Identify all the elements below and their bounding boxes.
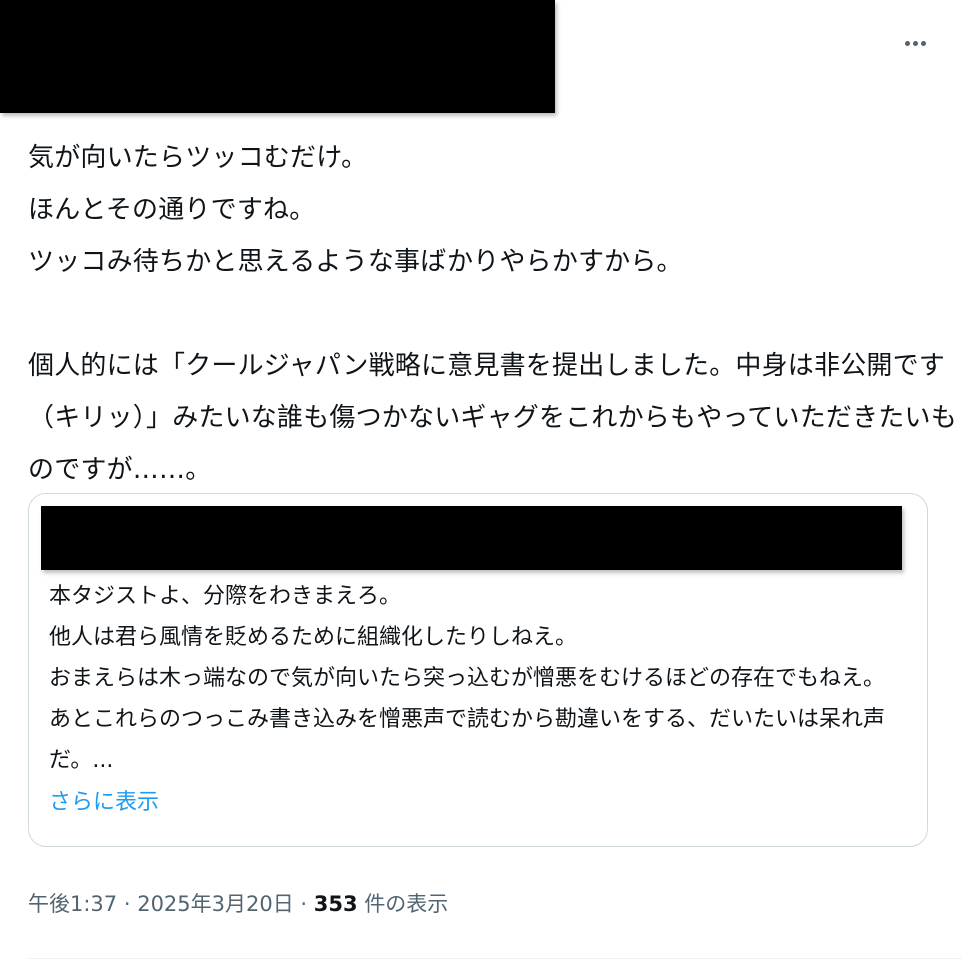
meta-separator: · xyxy=(293,892,314,916)
quote-line: おまえらは木っ端なので気が向いたら突っ込むが憎悪をむけるほどの存在でもねえ。 xyxy=(49,666,886,691)
tweet-line: のですが……。 xyxy=(28,455,212,485)
tweet-line: ほんとその通りですね。 xyxy=(28,195,316,225)
divider xyxy=(28,958,962,959)
show-more-link[interactable]: さらに表示 xyxy=(49,784,159,816)
tweet-line: 気が向いたらツッコむだけ。 xyxy=(28,143,368,173)
tweet-page: 気が向いたらツッコむだけ。 ほんとその通りですね。 ツッコみ待ちかと思えるような… xyxy=(0,0,962,962)
more-options-button[interactable] xyxy=(896,28,934,58)
tweet-text: 気が向いたらツッコむだけ。 ほんとその通りですね。 ツッコみ待ちかと思えるような… xyxy=(28,132,957,496)
views-count: 353 xyxy=(313,892,358,916)
tweet-date[interactable]: 2025年3月20日 xyxy=(137,892,294,916)
quote-line: 本タジストよ、分際をわきまえろ。 xyxy=(49,584,402,609)
tweet-meta: 午後1:37 · 2025年3月20日 · 353 件の表示 xyxy=(28,888,448,918)
tweet-line: （キリッ）」みたいな誰も傷つかないギャグをこれからもやっていただきたいも xyxy=(28,403,957,433)
more-horizontal-icon xyxy=(904,40,926,46)
quoted-tweet-card[interactable]: 本タジストよ、分際をわきまえろ。 他人は君ら風情を貶めるために組織化したりしねえ… xyxy=(28,493,928,847)
meta-separator: · xyxy=(117,892,138,916)
redacted-quoted-author xyxy=(41,506,902,570)
quote-line: あとこれらのつっこみ書き込みを憎悪声で読むから勘違いをする、だいたいは呆れ声 xyxy=(49,707,886,732)
quoted-tweet-text: 本タジストよ、分際をわきまえろ。 他人は君ら風情を貶めるために組織化したりしねえ… xyxy=(49,576,909,781)
tweet-line: 個人的には「クールジャパン戦略に意見書を提出しました。中身は非公開です xyxy=(28,351,946,381)
tweet-time[interactable]: 午後1:37 xyxy=(28,892,117,916)
quote-line: だ。... xyxy=(49,748,114,773)
views-label: 件の表示 xyxy=(357,892,449,916)
tweet-line: ツッコみ待ちかと思えるような事ばかりやらかすから。 xyxy=(28,247,683,277)
redacted-author-header xyxy=(0,0,555,113)
quote-line: 他人は君ら風情を貶めるために組織化したりしねえ。 xyxy=(49,625,578,650)
